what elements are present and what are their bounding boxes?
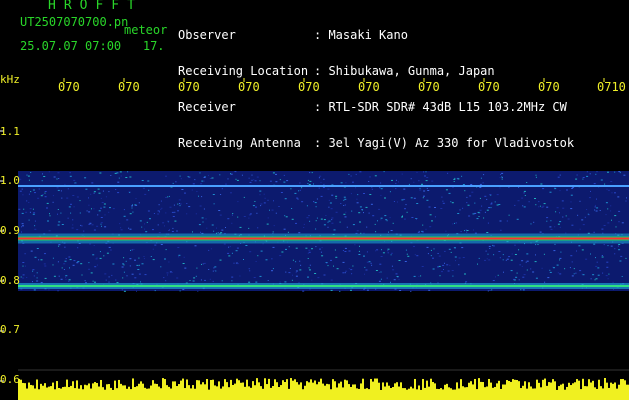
time-tick: 070 bbox=[358, 80, 380, 94]
time-tick: 070 bbox=[178, 80, 200, 94]
time-tick: 070 bbox=[418, 80, 440, 94]
time-tick: 070 bbox=[58, 80, 80, 94]
mode-label: meteor bbox=[124, 23, 168, 37]
freq-tick: 1.0 bbox=[0, 174, 20, 187]
meta-label-observer: Observer bbox=[178, 28, 236, 42]
freq-tick: 0.8 bbox=[0, 274, 20, 287]
time-tick: 070 bbox=[478, 80, 500, 94]
freq-tick: 0.7 bbox=[0, 323, 20, 336]
level-bars bbox=[18, 378, 629, 400]
brand-title: HROFFT bbox=[48, 0, 143, 13]
freq-tick: 1.1 bbox=[0, 125, 20, 138]
carrier-line bbox=[18, 237, 629, 240]
meta-value-observer: : Masaki Kano bbox=[314, 28, 408, 42]
freq-tick: 0.6 bbox=[0, 373, 20, 386]
carrier-line bbox=[18, 285, 629, 287]
date-time-value: 25.07.07 07:00 bbox=[20, 39, 122, 53]
freq-tick: 0.9 bbox=[0, 224, 20, 237]
time-tick: 070 bbox=[538, 80, 560, 94]
carrier-line bbox=[18, 185, 629, 187]
date-time: 25.07.07 07:00 17. bbox=[20, 40, 165, 52]
time-tick: 0710 bbox=[597, 80, 626, 94]
file-id: UT2507070700.pn bbox=[20, 15, 129, 29]
time-tick: 070 bbox=[118, 80, 140, 94]
noise-band bbox=[18, 171, 629, 291]
time-tick: 070 bbox=[298, 80, 320, 94]
extra-value: 17. bbox=[142, 39, 165, 53]
spectrogram-plot bbox=[0, 78, 629, 400]
time-tick: 070 bbox=[238, 80, 260, 94]
unit-label: kHz bbox=[0, 73, 20, 86]
